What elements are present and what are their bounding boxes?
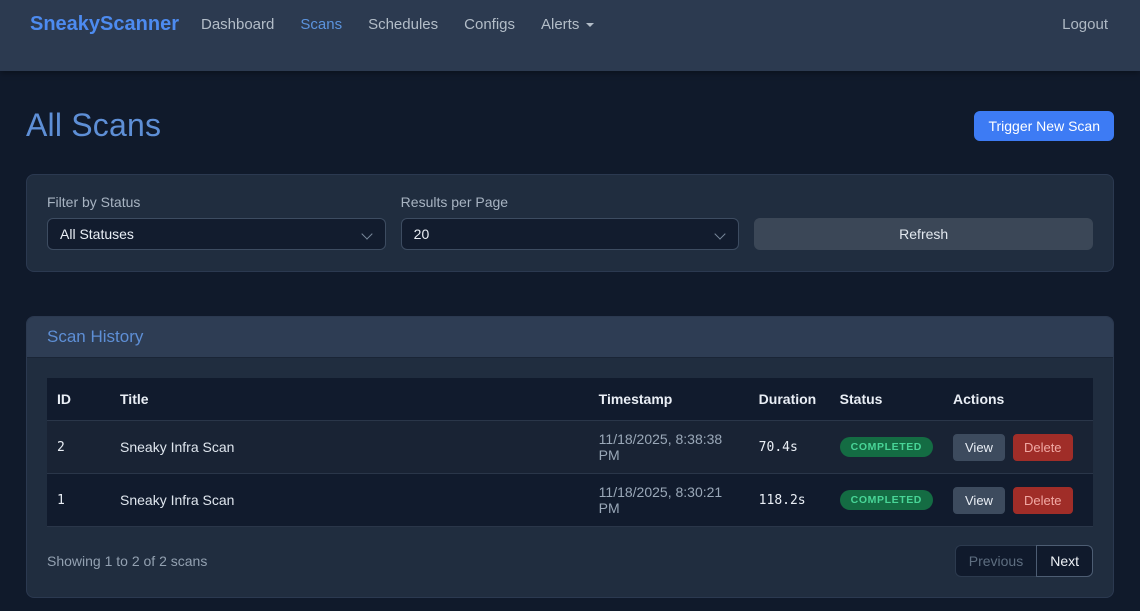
- logout-link[interactable]: Logout: [1062, 13, 1108, 33]
- scan-id: 1: [47, 474, 110, 527]
- pagination-previous-button[interactable]: Previous: [955, 545, 1037, 577]
- per-page-value: 20: [414, 226, 430, 242]
- status-filter-label: Filter by Status: [47, 194, 386, 210]
- delete-button[interactable]: Delete: [1013, 487, 1073, 514]
- trigger-new-scan-button[interactable]: Trigger New Scan: [974, 111, 1114, 141]
- caret-down-icon: [586, 23, 594, 27]
- table-row: 2 Sneaky Infra Scan 11/18/2025, 8:38:38 …: [47, 421, 1093, 474]
- column-header-actions: Actions: [943, 378, 1093, 421]
- nav-item-dashboard[interactable]: Dashboard: [201, 16, 274, 34]
- refresh-button[interactable]: Refresh: [754, 218, 1093, 250]
- status-filter-value: All Statuses: [60, 226, 134, 242]
- scan-actions-cell: View Delete: [943, 421, 1093, 474]
- scan-history-title: Scan History: [27, 317, 1113, 358]
- column-header-id: ID: [47, 378, 110, 421]
- chevron-down-icon: [715, 228, 726, 239]
- status-badge: COMPLETED: [840, 490, 933, 510]
- main-content: All Scans Trigger New Scan Filter by Sta…: [0, 107, 1140, 598]
- column-header-title: Title: [110, 378, 589, 421]
- status-filter-select[interactable]: All Statuses: [47, 218, 386, 250]
- scan-timestamp: 11/18/2025, 8:30:21 PM: [589, 474, 749, 527]
- navbar: SneakyScanner Dashboard Scans Schedules …: [0, 0, 1140, 71]
- column-header-timestamp: Timestamp: [589, 378, 749, 421]
- scan-duration: 118.2s: [749, 474, 830, 527]
- table-footer: Showing 1 to 2 of 2 scans Previous Next: [47, 545, 1093, 577]
- filter-card: Filter by Status All Statuses Results pe…: [26, 174, 1114, 272]
- scan-timestamp: 11/18/2025, 8:38:38 PM: [589, 421, 749, 474]
- view-button[interactable]: View: [953, 487, 1005, 514]
- results-summary: Showing 1 to 2 of 2 scans: [47, 553, 207, 569]
- page-title: All Scans: [26, 107, 161, 144]
- view-button[interactable]: View: [953, 434, 1005, 461]
- column-header-duration: Duration: [749, 378, 830, 421]
- scan-title: Sneaky Infra Scan: [110, 474, 589, 527]
- per-page-select[interactable]: 20: [401, 218, 740, 250]
- scan-history-card: Scan History ID Title Timestamp Duration…: [26, 316, 1114, 598]
- nav-links: Dashboard Scans Schedules Configs Alerts: [201, 13, 594, 34]
- brand-logo[interactable]: SneakyScanner: [30, 13, 179, 35]
- per-page-group: Results per Page 20: [401, 194, 740, 250]
- nav-item-scans[interactable]: Scans: [300, 16, 342, 34]
- scan-actions-cell: View Delete: [943, 474, 1093, 527]
- nav-item-schedules[interactable]: Schedules: [368, 16, 438, 34]
- table-row: 1 Sneaky Infra Scan 11/18/2025, 8:30:21 …: [47, 474, 1093, 527]
- nav-item-configs[interactable]: Configs: [464, 16, 515, 34]
- page-header: All Scans Trigger New Scan: [26, 107, 1114, 144]
- scan-history-table: ID Title Timestamp Duration Status Actio…: [47, 378, 1093, 527]
- status-badge: COMPLETED: [840, 437, 933, 457]
- pagination: Previous Next: [955, 545, 1093, 577]
- per-page-label: Results per Page: [401, 194, 740, 210]
- refresh-group: Refresh: [754, 194, 1093, 250]
- scan-id: 2: [47, 421, 110, 474]
- scan-title: Sneaky Infra Scan: [110, 421, 589, 474]
- pagination-next-button[interactable]: Next: [1036, 545, 1093, 577]
- scan-duration: 70.4s: [749, 421, 830, 474]
- table-header-row: ID Title Timestamp Duration Status Actio…: [47, 378, 1093, 421]
- scan-status-cell: COMPLETED: [830, 474, 943, 527]
- column-header-status: Status: [830, 378, 943, 421]
- delete-button[interactable]: Delete: [1013, 434, 1073, 461]
- status-filter-group: Filter by Status All Statuses: [47, 194, 386, 250]
- nav-item-alerts-dropdown[interactable]: Alerts: [541, 16, 594, 34]
- nav-item-alerts-label: Alerts: [541, 16, 579, 33]
- scan-history-body: ID Title Timestamp Duration Status Actio…: [27, 358, 1113, 597]
- chevron-down-icon: [361, 228, 372, 239]
- scan-status-cell: COMPLETED: [830, 421, 943, 474]
